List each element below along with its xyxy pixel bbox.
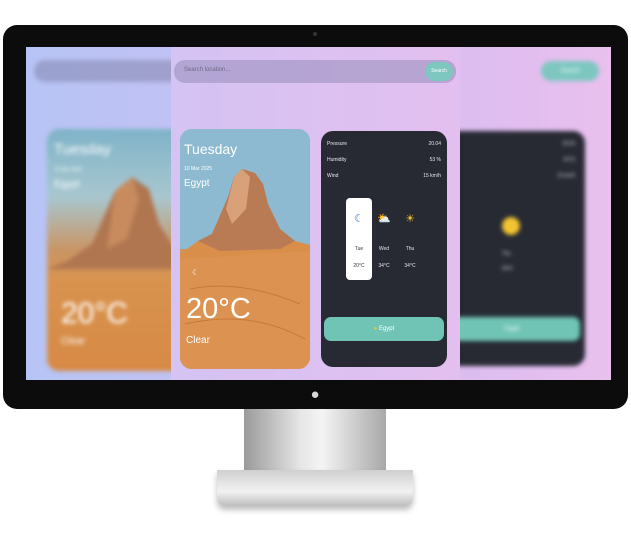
forecast-day: Wed [378, 246, 390, 252]
details-card: Pressure 20.04 Humidity 53 % Wind 15 km/… [321, 131, 447, 367]
bg-temp: 20°C [61, 297, 129, 330]
wind-value: 15 km/h [423, 173, 441, 179]
monitor-stand [244, 409, 386, 479]
bg-day: Tuesday [54, 141, 111, 158]
camera-dot [313, 32, 317, 36]
search-field[interactable]: Search location... [174, 60, 456, 83]
forecast-card-wed[interactable]: ⛅ Wed 34°C [371, 198, 397, 280]
bg-weather-image: Tuesday 10 Mar 2025 Egypt 20°C Clear [47, 129, 187, 371]
search-button[interactable]: Search [425, 62, 453, 81]
bg-date: 10 Mar 2025 [54, 167, 83, 173]
wind-label: Wind [327, 173, 339, 179]
bg-location-button: Egypt [444, 317, 580, 341]
moon-icon: ☾ [354, 213, 364, 225]
bg-humidity-value: 53 % [563, 157, 575, 163]
city-label: Egypt [184, 178, 210, 189]
sun-cloud-icon: ⛅ [377, 213, 391, 225]
bg-city: Egypt [54, 179, 80, 190]
search-placeholder: Search location... [184, 67, 231, 73]
bg-forecast-temp: 34°C [502, 266, 514, 272]
forecast-temp: 34°C [404, 263, 416, 269]
bg-wind-value: 15 km/h [557, 173, 575, 179]
location-button-label: Egypt [378, 326, 395, 332]
bg-sun-icon [502, 217, 520, 235]
humidity-label: Humidity [327, 157, 347, 163]
pressure-label: Pressure [327, 141, 348, 147]
bg-pressure-value: 20.04 [562, 141, 575, 147]
date-label: 10 Mar 2025 [184, 166, 213, 172]
monitor-stand-base [217, 470, 413, 506]
location-button[interactable]: ● Egypt [324, 317, 444, 341]
pressure-value: 20.04 [428, 141, 441, 147]
forecast-day: Thu [405, 246, 415, 252]
forecast-card-thu[interactable]: ☀ Thu 34°C [397, 198, 423, 280]
sun-icon: ☀ [405, 213, 415, 225]
forecast-temp: 20°C [353, 263, 365, 269]
temperature-label: 20°C [186, 293, 251, 325]
app-window: Search location... Search Tuesday 10 Mar… [171, 47, 460, 380]
forecast-temp: 34°C [378, 263, 390, 269]
bg-desc: Clear [61, 336, 85, 347]
forecast-day: Tue [354, 246, 364, 252]
bg-forecast-day: Thu [502, 251, 511, 257]
moon-icon: ☾ [192, 268, 200, 277]
day-label: Tuesday [184, 141, 238, 157]
location-sun-icon: ● [373, 326, 378, 332]
condition-label: Clear [186, 335, 210, 346]
bg-details-card: 20.04 53 % 15 km/h Thu 34°C Egypt [444, 131, 585, 366]
humidity-value: 53 % [429, 157, 441, 163]
screen: Search Tuesday 10 Mar 2025 Egypt 20°C Cl… [26, 47, 611, 380]
apple-logo-icon: ● [310, 386, 320, 403]
forecast-card-tue[interactable]: ☾ Tue 20°C [346, 198, 372, 280]
weather-image-card: Tuesday 10 Mar 2025 Egypt ☾ 20°C Clear [180, 129, 310, 369]
bg-search-button: Search [541, 61, 599, 81]
